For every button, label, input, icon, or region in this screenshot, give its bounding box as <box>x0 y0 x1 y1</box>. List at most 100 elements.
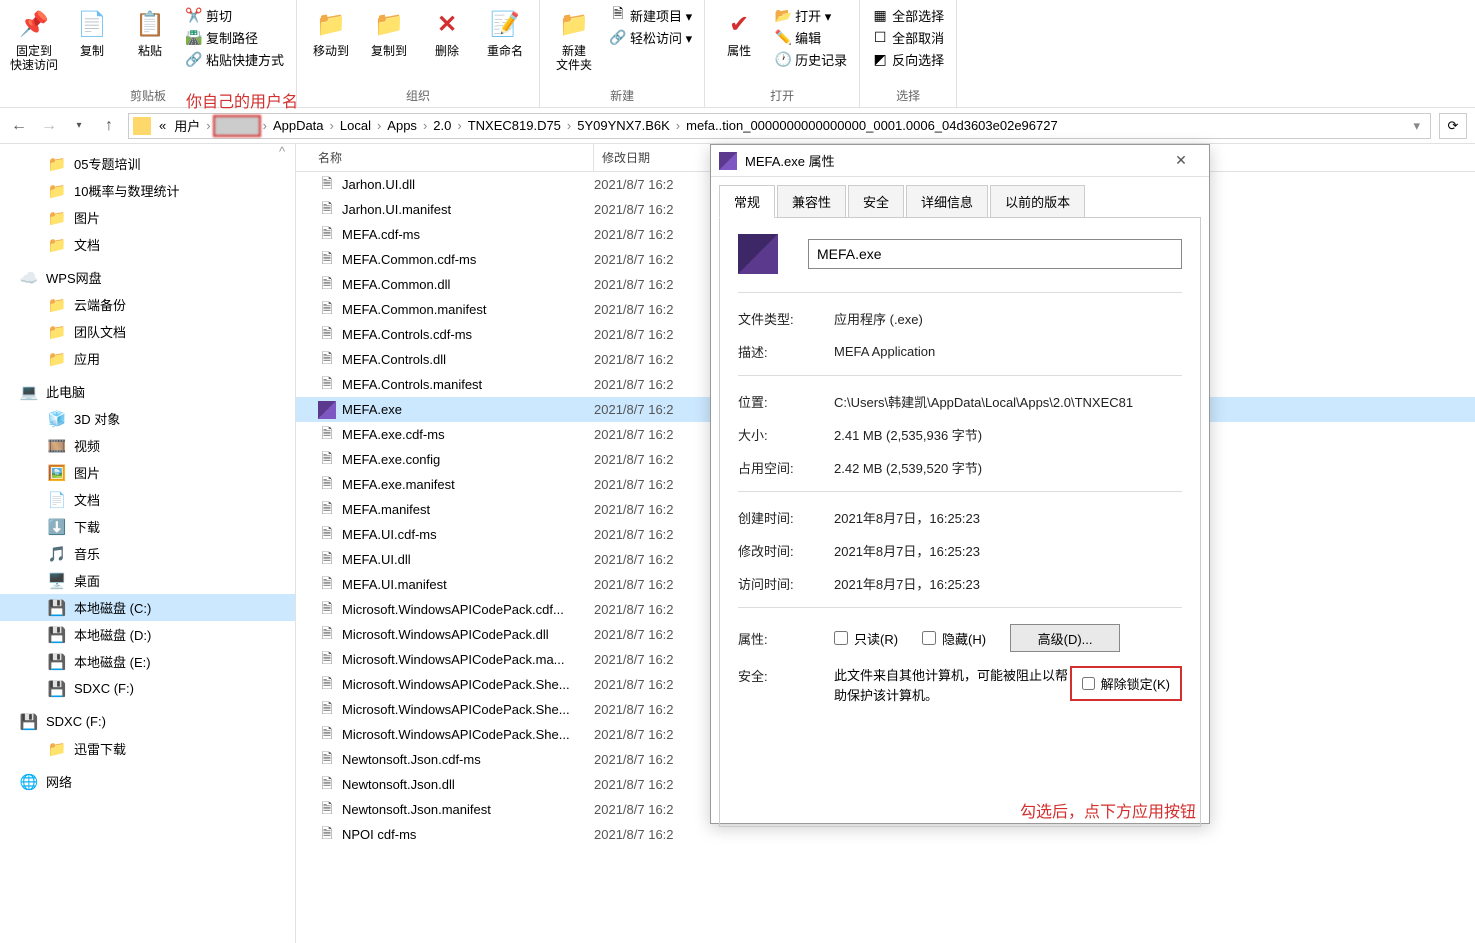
file-icon: 🗎 <box>318 276 336 294</box>
breadcrumb-mefa[interactable]: mefa..tion_0000000000000000_0001.0006_04… <box>682 114 1062 138</box>
folder-icon: 📁 <box>48 350 66 368</box>
forward-button[interactable]: → <box>38 115 60 137</box>
location-label: 位置: <box>738 392 834 411</box>
file-icon: 🗎 <box>318 226 336 244</box>
breadcrumb-apps[interactable]: Apps <box>383 114 421 138</box>
new-item-button[interactable]: 🗎新建项目 ▾ <box>606 4 696 26</box>
nav-item-22[interactable]: 🌐网络 <box>0 768 295 795</box>
file-name: MEFA.exe.manifest <box>342 477 594 492</box>
file-name: MEFA.Controls.cdf-ms <box>342 327 594 342</box>
doc-icon: 📄 <box>48 491 66 509</box>
paste-shortcut-button[interactable]: 🔗粘贴快捷方式 <box>182 48 288 70</box>
unblock-checkbox[interactable]: 解除锁定(K) <box>1070 666 1182 701</box>
navigation-pane[interactable]: ^ 📁05专题培训📁10概率与数理统计📁图片📁文档☁️WPS网盘📁云端备份📁团队… <box>0 144 296 943</box>
history-button[interactable]: 🕐历史记录 <box>771 48 851 70</box>
tab-security[interactable]: 安全 <box>848 185 904 218</box>
nav-item-1[interactable]: 📁10概率与数理统计 <box>0 177 295 204</box>
breadcrumb-users[interactable]: 用户 <box>170 114 204 138</box>
file-date: 2021/8/7 16:2 <box>594 502 674 517</box>
column-date[interactable]: 修改日期 <box>594 144 714 171</box>
properties-button[interactable]: ✔ 属性 <box>713 4 765 82</box>
breadcrumb-5y09[interactable]: 5Y09YNX7.B6K <box>573 114 674 138</box>
copy-to-button[interactable]: 📁 复制到 <box>363 4 415 82</box>
breadcrumb-overflow[interactable]: « <box>155 114 170 138</box>
nav-item-19[interactable]: 💾SDXC (F:) <box>0 675 295 702</box>
new-item-icon: 🗎 <box>610 7 626 23</box>
breadcrumb-20[interactable]: 2.0 <box>429 114 455 138</box>
nav-item-9[interactable]: 🧊3D 对象 <box>0 405 295 432</box>
breadcrumb-appdata[interactable]: AppData <box>269 114 328 138</box>
dialog-titlebar[interactable]: MEFA.exe 属性 ✕ <box>711 145 1209 177</box>
edit-button[interactable]: ✏️编辑 <box>771 26 851 48</box>
tab-details[interactable]: 详细信息 <box>906 185 988 218</box>
nav-item-10[interactable]: 🎞️视频 <box>0 432 295 459</box>
up-button[interactable]: ↑ <box>98 115 120 137</box>
new-folder-button[interactable]: 📁 新建 文件夹 <box>548 4 600 82</box>
nav-item-12[interactable]: 📄文档 <box>0 486 295 513</box>
nav-item-2[interactable]: 📁图片 <box>0 204 295 231</box>
paste-button[interactable]: 📋 粘贴 <box>124 4 176 82</box>
nav-item-label: 文档 <box>74 235 100 254</box>
recent-dropdown[interactable]: ▾ <box>68 115 90 137</box>
breadcrumb-username-redacted[interactable] <box>213 115 261 137</box>
nav-item-label: 视频 <box>74 436 100 455</box>
nav-item-3[interactable]: 📁文档 <box>0 231 295 258</box>
breadcrumb-tnxec[interactable]: TNXEC819.D75 <box>464 114 565 138</box>
select-none-button[interactable]: ☐全部取消 <box>868 26 948 48</box>
nav-item-18[interactable]: 💾本地磁盘 (E:) <box>0 648 295 675</box>
file-date: 2021/8/7 16:2 <box>594 252 674 267</box>
file-name: Microsoft.WindowsAPICodePack.ma... <box>342 652 594 667</box>
back-button[interactable]: ← <box>8 115 30 137</box>
nav-item-21[interactable]: 📁迅雷下载 <box>0 735 295 762</box>
modified-value: 2021年8月7日，16:25:23 <box>834 541 1182 560</box>
tab-general[interactable]: 常规 <box>719 185 775 218</box>
nav-item-6[interactable]: 📁团队文档 <box>0 318 295 345</box>
nav-item-4[interactable]: ☁️WPS网盘 <box>0 264 295 291</box>
nav-item-8[interactable]: 💻此电脑 <box>0 378 295 405</box>
shortcut-icon: 🔗 <box>186 51 202 67</box>
nav-item-5[interactable]: 📁云端备份 <box>0 291 295 318</box>
breadcrumb-dropdown-icon[interactable]: ▾ <box>1407 118 1426 134</box>
move-to-button[interactable]: 📁 移动到 <box>305 4 357 82</box>
delete-button[interactable]: ✕ 删除 <box>421 4 473 82</box>
file-icon: 🗎 <box>318 601 336 619</box>
description-value: MEFA Application <box>834 344 1182 359</box>
nav-item-16[interactable]: 💾本地磁盘 (C:) <box>0 594 295 621</box>
copy-path-button[interactable]: 🛣️复制路径 <box>182 26 288 48</box>
hidden-checkbox[interactable]: 隐藏(H) <box>922 629 986 648</box>
open-button[interactable]: 📂打开 ▾ <box>771 4 851 26</box>
nav-item-11[interactable]: 🖼️图片 <box>0 459 295 486</box>
rename-button[interactable]: 📝 重命名 <box>479 4 531 82</box>
close-button[interactable]: ✕ <box>1161 147 1201 175</box>
file-name: Newtonsoft.Json.manifest <box>342 802 594 817</box>
nav-item-13[interactable]: ⬇️下载 <box>0 513 295 540</box>
easy-access-button[interactable]: 🔗轻松访问 ▾ <box>606 26 696 48</box>
tab-previous-versions[interactable]: 以前的版本 <box>990 185 1085 218</box>
accessed-value: 2021年8月7日，16:25:23 <box>834 574 1182 593</box>
nav-item-20[interactable]: 💾SDXC (F:) <box>0 708 295 735</box>
breadcrumb-local[interactable]: Local <box>336 114 375 138</box>
nav-item-15[interactable]: 🖥️桌面 <box>0 567 295 594</box>
advanced-button[interactable]: 高级(D)... <box>1010 624 1120 652</box>
cut-button[interactable]: ✂️剪切 <box>182 4 288 26</box>
nav-item-label: 图片 <box>74 208 100 227</box>
file-name: MEFA.manifest <box>342 502 594 517</box>
tab-compatibility[interactable]: 兼容性 <box>777 185 846 218</box>
pin-to-quick-access-button[interactable]: 📌 固定到 快速访问 <box>8 4 60 82</box>
nav-item-7[interactable]: 📁应用 <box>0 345 295 372</box>
select-all-button[interactable]: ▦全部选择 <box>868 4 948 26</box>
filename-input[interactable] <box>808 239 1182 269</box>
column-name[interactable]: 名称 <box>296 144 594 171</box>
modified-label: 修改时间: <box>738 541 834 560</box>
invert-selection-button[interactable]: ◩反向选择 <box>868 48 948 70</box>
nav-item-0[interactable]: 📁05专题培训 <box>0 150 295 177</box>
copy-button[interactable]: 📄 复制 <box>66 4 118 82</box>
nav-item-14[interactable]: 🎵音乐 <box>0 540 295 567</box>
readonly-checkbox[interactable]: 只读(R) <box>834 629 898 648</box>
refresh-button[interactable]: ⟳ <box>1439 113 1467 139</box>
ribbon-group-select: ▦全部选择 ☐全部取消 ◩反向选择 选择 <box>860 0 957 107</box>
nav-item-17[interactable]: 💾本地磁盘 (D:) <box>0 621 295 648</box>
breadcrumb[interactable]: « 用户› › AppData› Local› Apps› 2.0› TNXEC… <box>128 113 1431 139</box>
file-date: 2021/8/7 16:2 <box>594 652 674 667</box>
file-date: 2021/8/7 16:2 <box>594 427 674 442</box>
